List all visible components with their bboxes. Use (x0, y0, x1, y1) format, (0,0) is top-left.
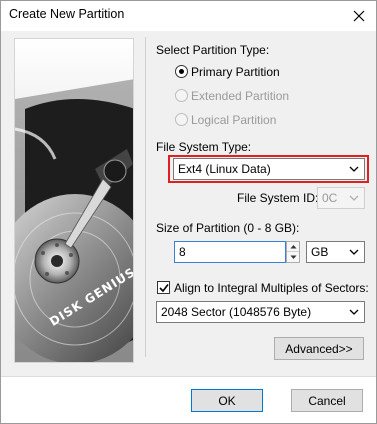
logical-partition-label[interactable]: Logical Partition (191, 113, 276, 127)
arrow-up-icon (290, 245, 296, 249)
increment-button[interactable] (287, 242, 299, 252)
close-icon (353, 10, 365, 22)
chevron-down-icon (349, 309, 359, 315)
size-unit-value: GB (311, 245, 329, 259)
chevron-down-icon (349, 249, 359, 255)
chevron-down-icon (349, 166, 359, 172)
advanced-button[interactable]: Advanced>> (274, 337, 364, 360)
partition-size-value: 8 (179, 245, 186, 259)
file-system-id-label: File System ID: (237, 191, 319, 205)
divider (145, 37, 146, 357)
size-unit-select[interactable]: GB (306, 241, 365, 263)
file-system-id-value: 0C (322, 191, 338, 205)
partition-size-stepper[interactable] (286, 241, 300, 263)
ok-button-label: OK (218, 393, 236, 408)
ok-button[interactable]: OK (191, 389, 263, 412)
decrement-button[interactable] (287, 252, 299, 262)
sector-alignment-select[interactable]: 2048 Sector (1048576 Byte) (156, 301, 365, 323)
file-system-id-select[interactable]: 0C (317, 187, 365, 209)
create-partition-dialog: Create New Partition DISK GENIUS Select … (0, 0, 377, 424)
partition-size-input[interactable]: 8 (174, 241, 286, 263)
file-system-type-value: Ext4 (Linux Data) (178, 162, 271, 176)
file-system-type-select[interactable]: Ext4 (Linux Data) (173, 158, 365, 180)
align-sectors-checkbox[interactable] (157, 281, 170, 294)
checkmark-icon (159, 284, 169, 293)
partition-size-label: Size of Partition (0 - 8 GB): (156, 221, 300, 235)
primary-partition-label[interactable]: Primary Partition (191, 65, 280, 79)
close-button[interactable] (348, 5, 370, 27)
primary-partition-radio[interactable] (175, 65, 188, 78)
arrow-down-icon (290, 255, 296, 259)
advanced-button-label: Advanced>> (285, 341, 353, 356)
dialog-body: DISK GENIUS Select Partition Type: Prima… (1, 31, 376, 376)
logical-partition-radio[interactable] (175, 113, 188, 126)
sector-alignment-value: 2048 Sector (1048576 Byte) (161, 305, 312, 319)
cancel-button-label: Cancel (308, 393, 346, 408)
title-bar: Create New Partition (1, 1, 376, 31)
chevron-down-icon (349, 195, 359, 201)
window-title: Create New Partition (9, 7, 125, 21)
cancel-button[interactable]: Cancel (291, 389, 363, 412)
disk-genius-image: DISK GENIUS (14, 38, 134, 363)
extended-partition-radio[interactable] (175, 89, 188, 102)
dialog-footer: OK Cancel (1, 376, 376, 423)
file-system-type-label: File System Type: (156, 140, 252, 154)
partition-type-label: Select Partition Type: (156, 43, 270, 57)
align-sectors-label[interactable]: Align to Integral Multiples of Sectors: (174, 281, 369, 295)
extended-partition-label[interactable]: Extended Partition (191, 89, 289, 103)
